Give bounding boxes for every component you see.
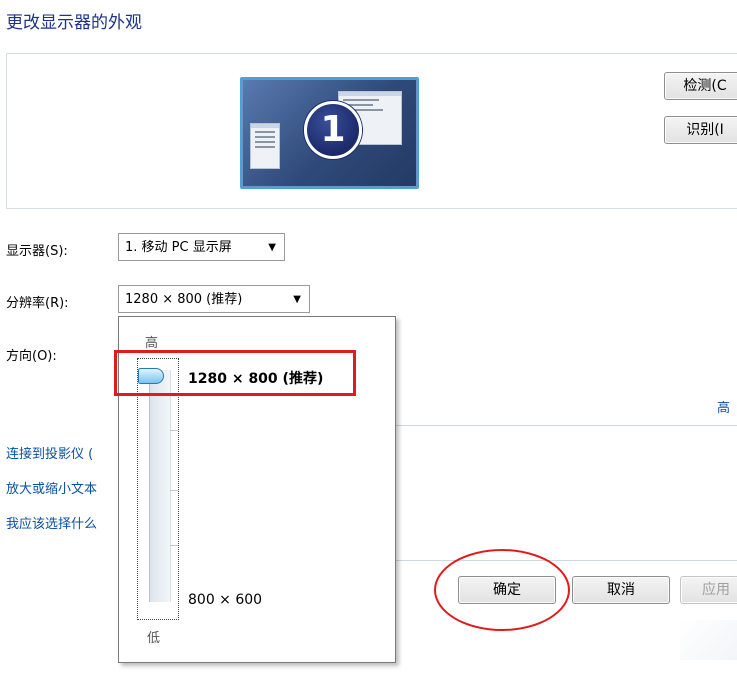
- orientation-label: 方向(O):: [6, 349, 57, 364]
- low-label: 低: [147, 631, 161, 646]
- display-select[interactable]: 1. 移动 PC 显示屏 ▼: [118, 233, 285, 261]
- high-label: 高: [145, 336, 159, 351]
- mini-window-icon: [250, 123, 280, 169]
- slider-tick: [170, 490, 178, 491]
- which-settings-link[interactable]: 我应该选择什么: [6, 513, 97, 532]
- resolution-slider-track[interactable]: [149, 370, 171, 602]
- page-title: 更改显示器的外观: [6, 13, 142, 33]
- monitor-number-badge: 1: [304, 101, 362, 159]
- resolution-select[interactable]: 1280 × 800 (推荐) ▼: [118, 285, 310, 313]
- resolution-label: 分辨率(R):: [6, 296, 69, 311]
- resolution-option-bottom[interactable]: 800 × 600: [188, 592, 262, 608]
- separator: [394, 560, 737, 561]
- dropdown-arrow-icon: ▼: [268, 242, 276, 253]
- detect-button[interactable]: 检测(C: [664, 72, 737, 100]
- apply-button[interactable]: 应用: [680, 576, 737, 604]
- separator: [394, 425, 737, 426]
- resolution-select-value: 1280 × 800 (推荐): [125, 292, 243, 307]
- connect-projector-link[interactable]: 连接到投影仪 (: [6, 443, 93, 462]
- advanced-settings-link[interactable]: 高: [717, 397, 730, 416]
- text-size-link[interactable]: 放大或缩小文本: [6, 478, 97, 497]
- slider-tick: [170, 430, 178, 431]
- slider-tick: [170, 545, 178, 546]
- display-select-value: 1. 移动 PC 显示屏: [125, 240, 232, 255]
- highlight-ellipse: [434, 549, 570, 631]
- cancel-button[interactable]: 取消: [572, 576, 670, 604]
- identify-button[interactable]: 识别(I: [664, 116, 737, 144]
- highlight-rectangle: [114, 350, 356, 396]
- monitor-preview[interactable]: 1: [240, 77, 419, 189]
- corner-fade: [680, 620, 737, 660]
- display-label: 显示器(S):: [6, 244, 68, 259]
- dropdown-arrow-icon: ▼: [293, 294, 301, 305]
